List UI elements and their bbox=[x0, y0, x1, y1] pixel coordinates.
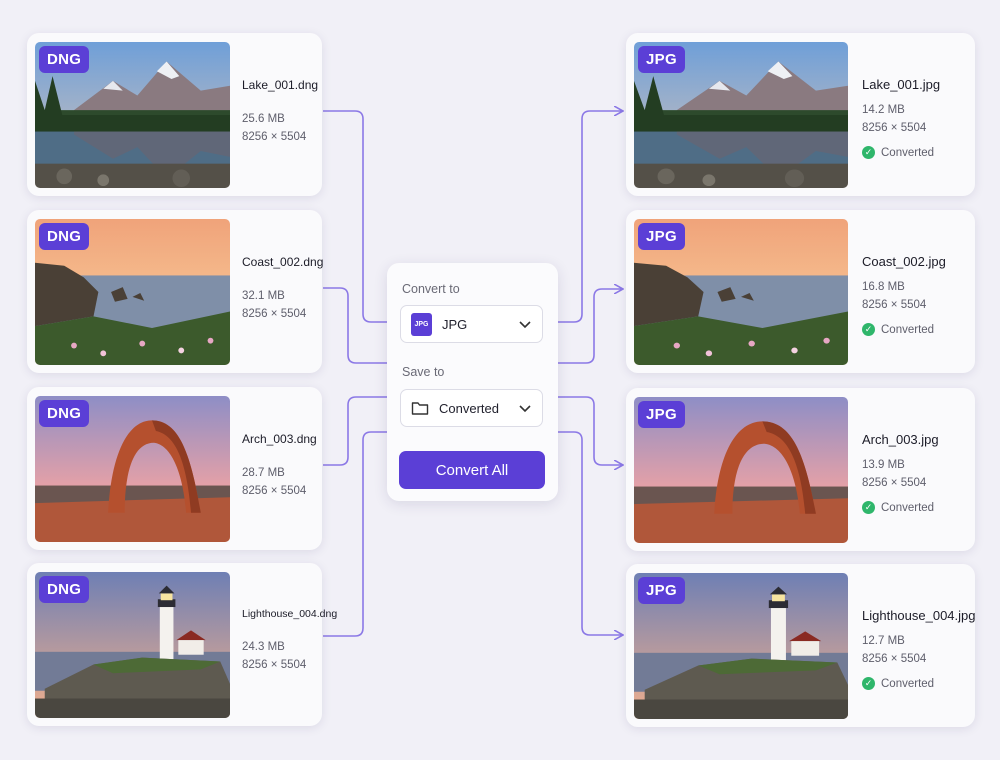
chevron-down-icon bbox=[519, 405, 531, 413]
connector-lighthouse-out bbox=[558, 431, 622, 635]
status-text: Converted bbox=[881, 323, 935, 336]
file-name: Arch_003.dng bbox=[242, 432, 317, 446]
file-name: Coast_002.dng bbox=[242, 255, 324, 269]
file-info: Lighthouse_004.dng 24.3 MB 8256 × 5504 bbox=[242, 608, 337, 671]
format-select-value: JPG bbox=[442, 316, 468, 332]
image-thumbnail: JPG bbox=[634, 42, 848, 188]
file-info: Lighthouse_004.jpg 12.7 MB 8256 × 5504 ✓ Con… bbox=[862, 608, 976, 690]
check-icon: ✓ bbox=[862, 501, 875, 514]
format-badge: DNG bbox=[39, 223, 90, 250]
format-badge: JPG bbox=[638, 46, 685, 73]
image-thumbnail: JPG bbox=[634, 219, 848, 365]
file-name: Lighthouse_004.dng bbox=[242, 608, 338, 620]
file-dimensions: 8256 × 5504 bbox=[242, 659, 307, 671]
file-info: Lake_001.dng 25.6 MB 8256 × 5504 bbox=[242, 78, 318, 143]
connector-arch-out bbox=[558, 396, 622, 465]
file-size: 16.8 MB bbox=[862, 281, 905, 293]
source-file-card[interactable]: DNG Lighthouse_004.dng 24.3 MB 8256 × 5504 bbox=[27, 563, 337, 726]
output-file-card[interactable]: JPG Lighthouse_004.jpg 12.7 MB 8256 × 5504 ✓… bbox=[626, 564, 976, 727]
file-name: Lake_001.jpg bbox=[862, 77, 941, 92]
image-thumbnail: JPG bbox=[634, 573, 848, 719]
file-dimensions: 8256 × 5504 bbox=[242, 308, 307, 320]
file-dimensions: 8256 × 5504 bbox=[862, 477, 927, 489]
output-file-card[interactable]: JPG Arch_003.jpg 13.9 MB 8256 × 5504 ✓ Conver… bbox=[626, 388, 975, 551]
format-badge: DNG bbox=[39, 576, 90, 603]
image-thumbnail: DNG bbox=[35, 42, 230, 188]
folder-select-value: Converted bbox=[439, 400, 499, 416]
save-to-label: Save to bbox=[402, 365, 445, 379]
image-thumbnail: DNG bbox=[35, 572, 230, 718]
check-icon: ✓ bbox=[862, 323, 875, 336]
status-text: Converted bbox=[881, 501, 935, 514]
output-file-card[interactable]: JPG Lake_001.jpg 14.2 MB 8256 × 5504 ✓ Conver… bbox=[626, 33, 975, 196]
format-badge: DNG bbox=[39, 46, 90, 73]
image-thumbnail: JPG bbox=[634, 397, 848, 543]
connector-lake-out bbox=[558, 111, 622, 323]
file-info: Lake_001.jpg 14.2 MB 8256 × 5504 ✓ Converted bbox=[862, 77, 940, 159]
connector-arch-in bbox=[323, 396, 387, 466]
jpg-file-icon: JPG bbox=[411, 312, 432, 336]
file-info: Arch_003.dng 28.7 MB 8256 × 5504 bbox=[242, 432, 317, 497]
status-text: Converted bbox=[881, 146, 935, 159]
status-badge: ✓ Converted bbox=[862, 146, 940, 159]
file-size: 32.1 MB bbox=[242, 290, 285, 302]
file-dimensions: 8256 × 5504 bbox=[862, 122, 927, 134]
file-info: Arch_003.jpg 13.9 MB 8256 × 5504 ✓ Converted bbox=[862, 432, 939, 514]
format-badge: DNG bbox=[39, 400, 90, 427]
source-file-card[interactable]: DNG Arch_003.dng 28.7 MB 8256 × 5504 bbox=[27, 387, 322, 550]
file-info: Coast_002.dng 32.1 MB 8256 × 5504 bbox=[242, 255, 323, 320]
image-thumbnail: DNG bbox=[35, 396, 230, 542]
file-info: Coast_002.jpg 16.8 MB 8256 × 5504 ✓ Converte… bbox=[862, 254, 946, 336]
connector-lake-in bbox=[323, 110, 387, 323]
status-text: Converted bbox=[881, 677, 935, 690]
file-size: 25.6 MB bbox=[242, 113, 285, 125]
image-thumbnail: DNG bbox=[35, 219, 230, 365]
file-size: 13.9 MB bbox=[862, 459, 905, 471]
convert-to-label: Convert to bbox=[402, 282, 460, 296]
check-icon: ✓ bbox=[862, 677, 875, 690]
conversion-panel: Convert to JPG JPG Save to Converted Con… bbox=[387, 263, 558, 501]
file-name: Coast_002.jpg bbox=[862, 254, 946, 269]
file-name: Arch_003.jpg bbox=[862, 432, 939, 447]
file-name: Lake_001.dng bbox=[242, 78, 319, 92]
status-badge: ✓ Converted bbox=[862, 323, 946, 336]
format-select[interactable]: JPG JPG bbox=[400, 305, 543, 343]
folder-select[interactable]: Converted bbox=[400, 389, 543, 427]
format-badge: JPG bbox=[638, 401, 685, 428]
file-size: 12.7 MB bbox=[862, 635, 905, 647]
connector-lighthouse-in bbox=[323, 431, 387, 637]
connector-coast-out bbox=[558, 289, 622, 364]
file-name: Lighthouse_004.jpg bbox=[862, 608, 976, 623]
file-dimensions: 8256 × 5504 bbox=[242, 131, 307, 143]
folder-icon bbox=[411, 402, 429, 415]
format-badge: JPG bbox=[638, 577, 685, 604]
output-file-card[interactable]: JPG Coast_002.jpg 16.8 MB 8256 × 5504 ✓ Conve… bbox=[626, 210, 975, 373]
file-dimensions: 8256 × 5504 bbox=[862, 299, 927, 311]
file-dimensions: 8256 × 5504 bbox=[242, 485, 307, 497]
file-size: 14.2 MB bbox=[862, 104, 905, 116]
status-badge: ✓ Converted bbox=[862, 677, 976, 690]
source-file-card[interactable]: DNG Lake_001.dng 25.6 MB 8256 × 5504 bbox=[27, 33, 322, 196]
source-file-card[interactable]: DNG Coast_002.dng 32.1 MB 8256 × 5504 bbox=[27, 210, 323, 373]
convert-all-button[interactable]: Convert All bbox=[399, 451, 545, 489]
file-size: 24.3 MB bbox=[242, 641, 285, 653]
format-badge: JPG bbox=[638, 223, 685, 250]
connector-coast-in bbox=[323, 287, 387, 364]
file-size: 28.7 MB bbox=[242, 467, 285, 479]
file-dimensions: 8256 × 5504 bbox=[862, 653, 927, 665]
status-badge: ✓ Converted bbox=[862, 501, 939, 514]
chevron-down-icon bbox=[519, 321, 531, 329]
check-icon: ✓ bbox=[862, 146, 875, 159]
